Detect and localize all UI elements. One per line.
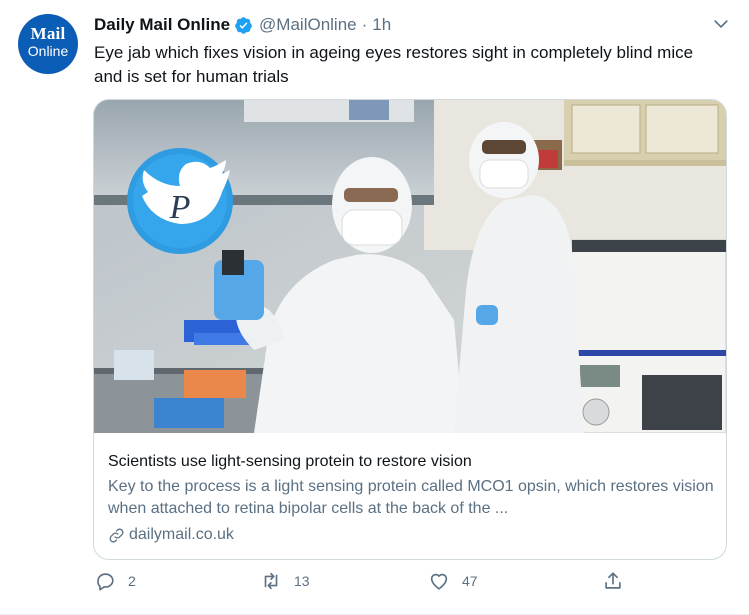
chevron-down-icon[interactable] — [711, 14, 731, 34]
link-card[interactable]: P Scientists use light-sensing protein t… — [93, 99, 727, 560]
card-link[interactable]: dailymail.co.uk — [108, 526, 716, 544]
avatar-line2: Online — [27, 43, 69, 59]
link-icon — [109, 528, 124, 542]
svg-text:P: P — [169, 189, 191, 226]
like-count: 47 — [462, 573, 478, 589]
reply-button[interactable]: 2 — [94, 570, 136, 592]
tweet-header: Daily Mail Online @MailOnline · 1h — [94, 13, 391, 37]
share-icon — [605, 572, 621, 589]
card-image: P — [94, 100, 726, 433]
card-title: Scientists use light-sensing protein to … — [108, 453, 472, 470]
avatar-line1: Mail — [30, 24, 66, 43]
retweet-count: 13 — [294, 573, 310, 589]
tweet-text: Eye jab which fixes vision in ageing eye… — [94, 43, 694, 86]
card-domain: dailymail.co.uk — [129, 526, 234, 543]
retweet-icon — [264, 572, 278, 590]
handle[interactable]: @MailOnline — [259, 15, 357, 35]
retweet-button[interactable]: 13 — [260, 570, 310, 592]
card-body: Scientists use light-sensing protein to … — [108, 452, 716, 544]
card-description: Key to the process is a light sensing pr… — [108, 478, 714, 517]
separator-dot: · — [361, 15, 368, 34]
like-button[interactable]: 47 — [428, 570, 478, 592]
display-name[interactable]: Daily Mail Online — [94, 15, 230, 35]
timestamp[interactable]: 1h — [372, 15, 391, 35]
reply-count: 2 — [128, 573, 136, 589]
tweet[interactable]: Mail Online Daily Mail Online @MailOnlin… — [0, 0, 749, 615]
action-bar: 2 13 47 — [94, 570, 634, 600]
avatar[interactable]: Mail Online — [18, 14, 78, 74]
share-button[interactable] — [602, 570, 636, 592]
twitter-bird-icon: P — [127, 148, 233, 254]
verified-icon — [235, 16, 252, 34]
reply-icon — [97, 573, 114, 591]
like-icon — [430, 573, 448, 590]
